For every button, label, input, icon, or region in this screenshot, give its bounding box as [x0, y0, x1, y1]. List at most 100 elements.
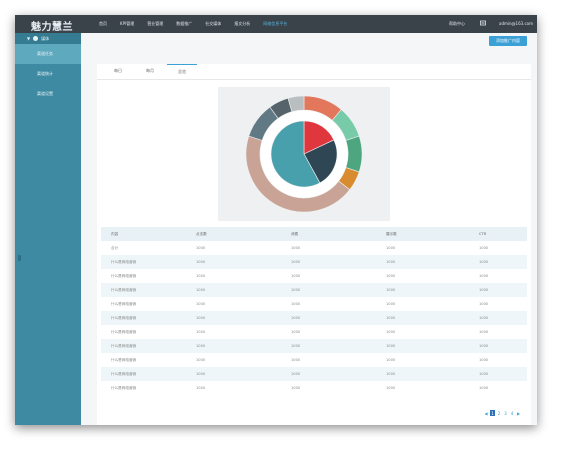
prev-page-button[interactable]: ◀ [484, 410, 489, 416]
pagination: ◀ 1 2 3 4 ▶ [484, 410, 522, 416]
table-cell: 合计 [111, 245, 119, 250]
table-header-row: 内容 点击数 消费 展示数 CTR [101, 227, 527, 241]
sidebar-item[interactable]: 渠道统计 [15, 64, 81, 84]
table-cell: 1000 [386, 302, 396, 306]
table-cell: 1000 [479, 260, 489, 264]
sidebar-section-media[interactable]: ▼ 媒体 [15, 33, 81, 44]
next-page-button[interactable]: ▶ [516, 410, 521, 416]
table-cell: 什么是网络营销 [111, 371, 137, 376]
globe-icon [33, 36, 39, 41]
report-card: 每日 每月 总览 内容 点击数 消费 展示数 CTR 合计 1000 1000 1000 1000 什么… [97, 64, 531, 425]
tab-2[interactable]: 总览 [167, 64, 197, 79]
column-header: 消费 [291, 231, 299, 236]
table-cell: 1000 [291, 274, 301, 278]
sidebar-section-label: 媒体 [41, 35, 50, 41]
table-cell: 什么是网络营销 [111, 357, 137, 362]
app-window: 魅力慧兰 首页 KPI管理 营业管理 数据推广 社交媒体 报文分析 网络信息平台 帮助中心 … [15, 15, 537, 425]
tab-0[interactable]: 每日 [103, 64, 133, 78]
table-row[interactable]: 什么是网络营销 1000 1000 1000 1000 [101, 283, 527, 297]
nav-item[interactable]: 营业管理 [147, 21, 163, 27]
nav-item[interactable]: KPI管理 [120, 21, 134, 27]
table-cell: 1000 [479, 386, 489, 390]
table-cell: 1000 [479, 302, 489, 306]
nav-item[interactable]: 社交媒体 [205, 21, 221, 27]
table-cell: 什么是网络营销 [111, 385, 137, 390]
table-cell: 1000 [291, 372, 301, 376]
table-cell: 什么是网络营销 [111, 315, 137, 320]
nav-item[interactable]: 报文分析 [234, 21, 250, 27]
sidebar-collapse-handle[interactable] [18, 255, 21, 261]
table-row[interactable]: 什么是网络营销 1000 1000 1000 1000 [101, 325, 527, 339]
table-cell: 1000 [291, 344, 301, 348]
table-cell: 什么是网络营销 [111, 343, 137, 348]
table-cell: 1000 [196, 246, 206, 250]
table-cell: 1000 [291, 302, 301, 306]
table-cell: 1000 [386, 260, 396, 264]
page-button[interactable]: 4 [510, 410, 515, 416]
table-cell: 1000 [196, 274, 206, 278]
table-cell: 1000 [196, 386, 206, 390]
nav-item[interactable]: 首页 [99, 21, 107, 27]
table-cell: 1000 [196, 344, 206, 348]
nav-item[interactable]: 数据推广 [176, 21, 192, 27]
table-cell: 1000 [291, 386, 301, 390]
table-cell: 1000 [479, 330, 489, 334]
main-nav: 首页 KPI管理 营业管理 数据推广 社交媒体 报文分析 网络信息平台 [99, 15, 300, 33]
table-cell: 什么是网络营销 [111, 273, 137, 278]
table-cell: 1000 [386, 372, 396, 376]
main-content: 添加推广内容 每日 每月 总览 内容 点击数 消费 展示数 CTR 合计 1000 1000 100… [81, 33, 537, 425]
table-row[interactable]: 什么是网络营销 1000 1000 1000 1000 [101, 255, 527, 269]
logo[interactable]: 魅力慧兰 [31, 18, 73, 33]
caret-down-icon: ▼ [27, 36, 31, 41]
page-button[interactable]: 2 [497, 410, 502, 416]
sidebar: ▼ 媒体 渠道任务 渠道统计 渠道设置 [15, 33, 81, 425]
table-cell: 1000 [479, 316, 489, 320]
table-cell: 1000 [196, 316, 206, 320]
table-cell: 1000 [386, 316, 396, 320]
table-cell: 1000 [386, 358, 396, 362]
table-row[interactable]: 什么是网络营销 1000 1000 1000 1000 [101, 269, 527, 283]
outer-ring-slice[interactable] [345, 135, 363, 173]
table-cell: 1000 [386, 386, 396, 390]
table-row[interactable]: 什么是网络营销 1000 1000 1000 1000 [101, 353, 527, 367]
column-header: 点击数 [196, 231, 207, 236]
page-button[interactable]: 3 [503, 410, 508, 416]
table-cell: 1000 [196, 358, 206, 362]
table-row[interactable]: 什么是网络营销 1000 1000 1000 1000 [101, 311, 527, 325]
table-cell: 什么是网络营销 [111, 259, 137, 264]
message-icon[interactable] [480, 20, 486, 26]
table-cell: 1000 [196, 288, 206, 292]
table-cell: 1000 [479, 358, 489, 362]
table-cell: 1000 [291, 358, 301, 362]
table-cell: 1000 [479, 246, 489, 250]
table-row[interactable]: 什么是网络营销 1000 1000 1000 1000 [101, 339, 527, 353]
add-promotion-button[interactable]: 添加推广内容 [489, 36, 527, 46]
column-header: 内容 [111, 231, 119, 236]
table-cell: 1000 [291, 288, 301, 292]
help-center-link[interactable]: 帮助中心 [449, 21, 465, 27]
column-header: 展示数 [386, 231, 397, 236]
table-row[interactable]: 什么是网络营销 1000 1000 1000 1000 [101, 297, 527, 311]
column-header: CTR [479, 232, 487, 236]
table-cell: 1000 [479, 372, 489, 376]
data-table: 内容 点击数 消费 展示数 CTR 合计 1000 1000 1000 1000 什么是网络营销 10… [101, 227, 527, 395]
table-cell: 1000 [386, 274, 396, 278]
table-row[interactable]: 什么是网络营销 1000 1000 1000 1000 [101, 381, 527, 395]
table-cell: 1000 [291, 316, 301, 320]
table-row[interactable]: 合计 1000 1000 1000 1000 [101, 241, 527, 255]
nav-item[interactable]: 网络信息平台 [263, 21, 287, 27]
table-row[interactable]: 什么是网络营销 1000 1000 1000 1000 [101, 367, 527, 381]
top-navbar: 魅力慧兰 首页 KPI管理 营业管理 数据推广 社交媒体 报文分析 网络信息平台 帮助中心 … [15, 15, 537, 33]
table-cell: 1000 [479, 274, 489, 278]
table-cell: 什么是网络营销 [111, 287, 137, 292]
sidebar-item[interactable]: 渠道设置 [15, 84, 81, 104]
table-cell: 1000 [479, 344, 489, 348]
table-cell: 1000 [196, 372, 206, 376]
sidebar-item[interactable]: 渠道任务 [15, 44, 81, 64]
table-cell: 1000 [196, 330, 206, 334]
table-cell: 1000 [291, 246, 301, 250]
tab-1[interactable]: 每月 [135, 64, 165, 78]
table-cell: 1000 [291, 260, 301, 264]
user-account[interactable]: admin@163.com [499, 21, 533, 26]
page-button[interactable]: 1 [490, 410, 495, 416]
